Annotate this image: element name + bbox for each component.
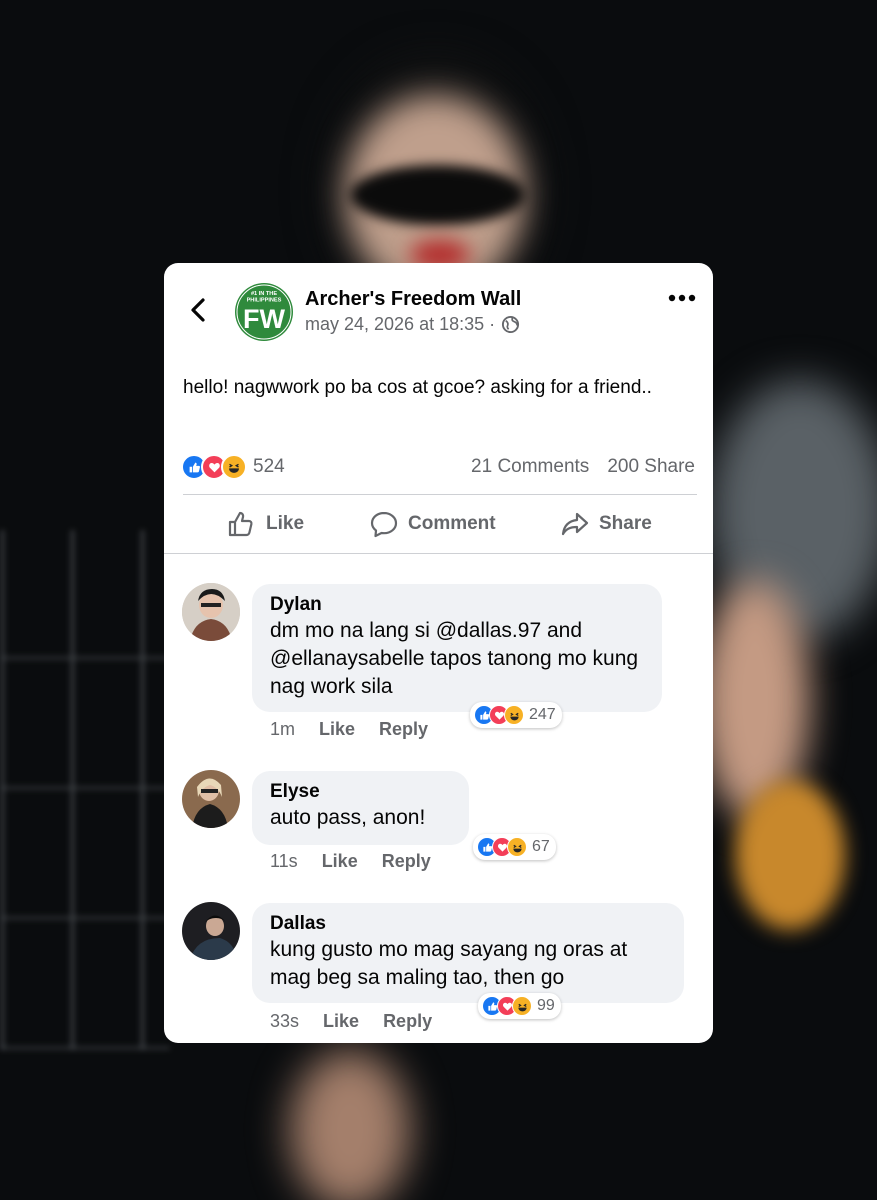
divider <box>164 553 713 554</box>
comment-bubble: Dallas kung gusto mo mag sayang ng oras … <box>252 903 684 1003</box>
globe-icon <box>502 315 520 334</box>
comment-actions: 33s Like Reply <box>270 1011 432 1032</box>
svg-text:FW: FW <box>243 304 285 334</box>
reaction-count: 524 <box>253 456 285 477</box>
like-label: Like <box>266 513 305 534</box>
thumbs-up-icon <box>228 511 253 537</box>
comment-reply-button[interactable]: Reply <box>382 851 431 872</box>
svg-text:PHILIPPINES: PHILIPPINES <box>247 298 282 304</box>
comment-reply-button[interactable]: Reply <box>379 719 428 740</box>
comments-count[interactable]: 21 Comments <box>471 456 589 478</box>
comment-like-button[interactable]: Like <box>322 851 358 872</box>
comment-actions: 1m Like Reply <box>270 719 428 740</box>
haha-reaction-icon <box>504 705 524 725</box>
commenter-avatar[interactable] <box>182 902 240 960</box>
comment-time: 33s <box>270 1011 300 1031</box>
comment-time: 11s <box>270 851 298 871</box>
haha-reaction-icon <box>512 996 532 1016</box>
more-options-icon[interactable] <box>667 291 697 305</box>
commenter-avatar[interactable] <box>182 770 240 828</box>
commenter-name[interactable]: Dallas <box>270 912 666 936</box>
haha-reaction-icon <box>221 454 247 480</box>
comment-like-button[interactable]: Like <box>319 719 355 740</box>
comment-time: 1m <box>270 719 296 739</box>
share-label: Share <box>599 513 652 534</box>
comment-reaction-count: 99 <box>537 997 555 1014</box>
comment-reaction-count: 67 <box>532 838 550 855</box>
share-button[interactable]: Share <box>560 509 652 539</box>
comment-text: kung gusto mo mag sayang ng oras at mag … <box>270 938 628 989</box>
like-button[interactable]: Like <box>227 509 304 539</box>
page-name[interactable]: Archer's Freedom Wall <box>305 288 521 311</box>
comment-bubble: Dylan dm mo na lang si @dallas.97 and @e… <box>252 584 662 712</box>
comment-like-button[interactable]: Like <box>323 1011 359 1032</box>
svg-text:#1 IN THE: #1 IN THE <box>251 291 277 297</box>
comment-reactions[interactable]: 67 <box>473 834 556 860</box>
comment-reactions[interactable]: 99 <box>478 993 561 1019</box>
comment-reactions[interactable]: 247 <box>470 702 562 728</box>
commenter-name[interactable]: Dylan <box>270 593 644 617</box>
post-card: #1 IN THE PHILIPPINES FW Archer's Freedo… <box>164 263 713 1043</box>
divider <box>183 494 697 495</box>
comment-actions: 11s Like Reply <box>270 851 431 872</box>
page-logo[interactable]: #1 IN THE PHILIPPINES FW <box>234 282 294 342</box>
comment-button[interactable]: Comment <box>369 509 496 539</box>
share-count[interactable]: 200 Share <box>607 456 695 478</box>
comment-reaction-count: 247 <box>529 706 556 723</box>
post-meta: may 24, 2026 at 18:35 · <box>305 314 520 335</box>
comment-reply-button[interactable]: Reply <box>383 1011 432 1032</box>
comment-icon <box>370 511 398 538</box>
post-reactions[interactable]: 524 <box>181 454 285 480</box>
post-timestamp[interactable]: may 24, 2026 at 18:35 · <box>305 314 495 335</box>
engagement-counts: 21 Comments 200 Share <box>471 456 695 478</box>
comment-text: dm mo na lang si @dallas.97 and @ellanay… <box>270 619 639 698</box>
commenter-avatar[interactable] <box>182 583 240 641</box>
comment-label: Comment <box>408 513 496 534</box>
share-arrow-icon <box>561 512 589 536</box>
comment-bubble: Elyse auto pass, anon! <box>252 771 469 845</box>
comment-text: auto pass, anon! <box>270 806 426 829</box>
post-body: hello! nagwwork po ba cos at gcoe? askin… <box>183 377 652 398</box>
back-arrow-icon[interactable] <box>186 297 212 323</box>
commenter-name[interactable]: Elyse <box>270 780 451 804</box>
haha-reaction-icon <box>507 837 527 857</box>
